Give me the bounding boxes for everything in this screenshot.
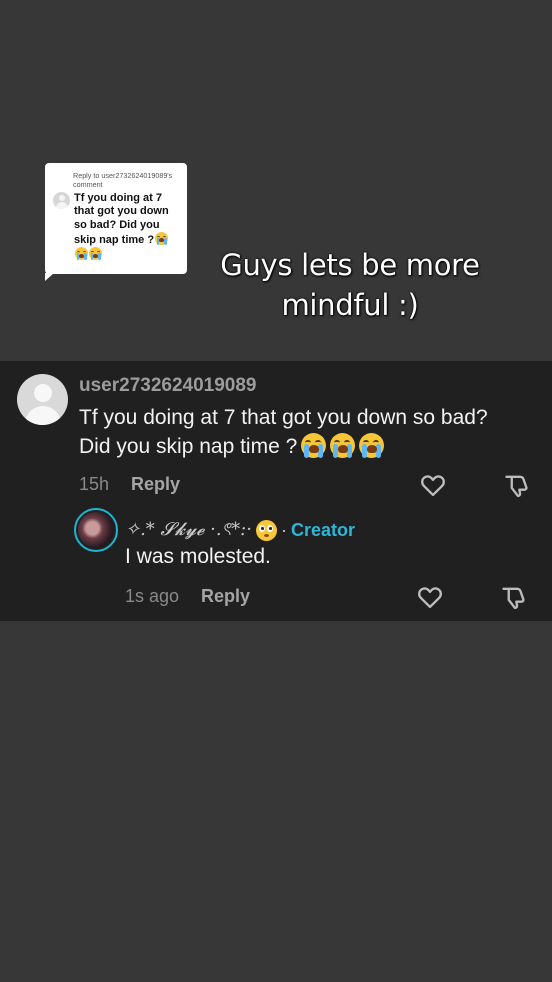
sticker-header: Reply to user2732624019089's comment xyxy=(73,171,173,189)
comment-meta: 15h Reply xyxy=(79,474,180,495)
comment-reply-button[interactable]: Reply xyxy=(131,474,180,495)
crying-emoji-icon xyxy=(89,247,102,261)
commenter-avatar[interactable] xyxy=(17,374,68,425)
reply-to-sticker: Reply to user2732624019089's comment Tf … xyxy=(45,163,187,281)
reply-meta: 1s ago Reply xyxy=(125,586,250,607)
creator-reply-text: I was molested. xyxy=(125,545,271,568)
caption-line-1: Guys lets be more xyxy=(220,248,480,282)
crying-emoji-icon xyxy=(359,433,385,458)
reply-reply-button[interactable]: Reply xyxy=(201,586,250,607)
sticker-comment-text: Tf you doing at 7 that got you down so b… xyxy=(74,192,179,262)
like-heart-icon[interactable] xyxy=(419,471,447,499)
reply-timestamp: 1s ago xyxy=(125,586,180,606)
comment-panel: user2732624019089 Tf you doing at 7 that… xyxy=(0,361,552,621)
creator-badge: Creator xyxy=(290,520,355,540)
flushed-face-emoji-icon xyxy=(255,520,277,541)
creator-username-row[interactable]: ✧.* 𝓢𝓴𝔂𝓮 ·.ৎ*:· · Creator xyxy=(125,515,355,546)
dislike-icon[interactable] xyxy=(500,583,528,611)
commenter-username[interactable]: user2732624019089 xyxy=(79,375,257,397)
crying-emoji-icon xyxy=(155,231,169,245)
creator-username[interactable]: ✧.* 𝓢𝓴𝔂𝓮 ·.ৎ*:· xyxy=(125,515,252,546)
creator-avatar[interactable] xyxy=(74,508,118,552)
crying-emoji-icon xyxy=(301,433,327,458)
username-separator: · xyxy=(280,520,287,540)
crying-emoji-icon xyxy=(330,433,356,458)
comment-body: Tf you doing at 7 that got you down so b… xyxy=(79,406,488,458)
comment-text: Tf you doing at 7 that got you down so b… xyxy=(79,403,519,461)
crying-emoji-icon xyxy=(75,247,88,261)
dislike-icon[interactable] xyxy=(503,471,531,499)
sticker-avatar xyxy=(53,192,70,209)
video-caption: Guys lets be more mindful :) xyxy=(200,245,500,325)
caption-line-2: mindful :) xyxy=(281,288,419,322)
comment-timestamp: 15h xyxy=(79,474,110,494)
like-heart-icon[interactable] xyxy=(416,583,444,611)
